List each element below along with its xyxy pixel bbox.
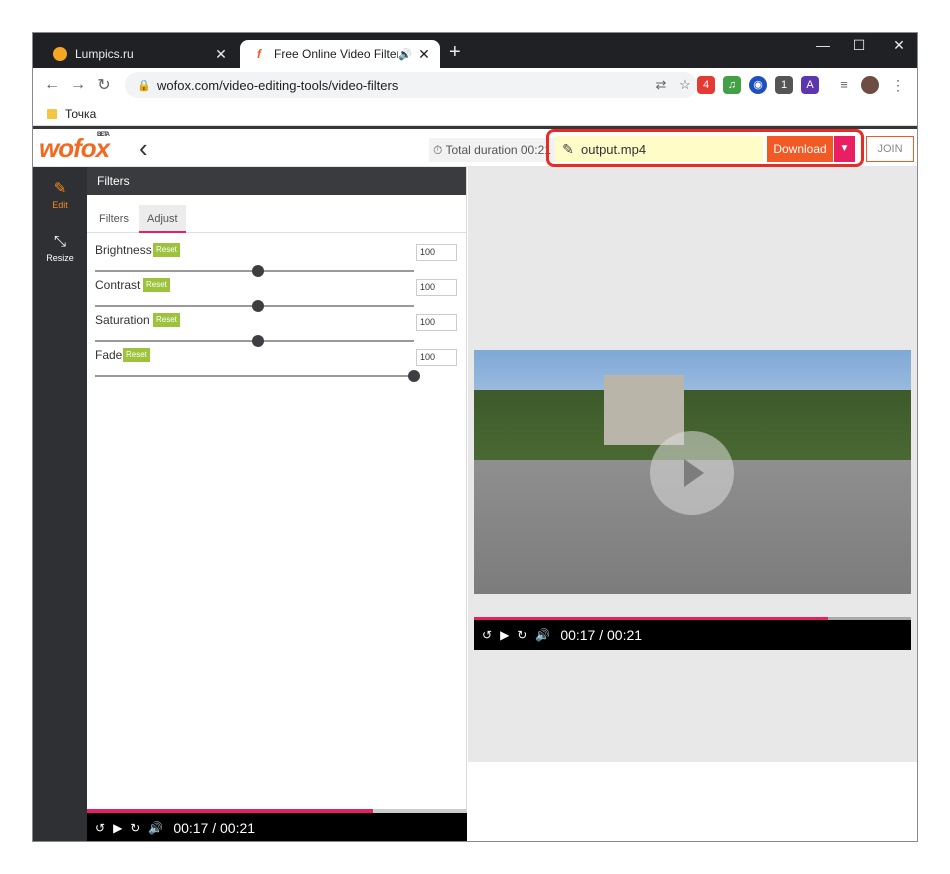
panel-title: Filters xyxy=(87,167,466,195)
wofox-favicon-icon: f xyxy=(252,47,266,61)
browser-toolbar: ← → ↻ 🔒 wofox.com/video-editing-tools/vi… xyxy=(33,68,917,102)
adjust-label: Fade xyxy=(95,348,123,362)
tab-lumpics[interactable]: Lumpics.ru ✕ xyxy=(41,40,237,68)
wofox-logo[interactable]: wofox BETA xyxy=(39,132,110,164)
translate-icon[interactable]: ⇄ xyxy=(649,77,673,93)
play-icon[interactable]: ▶ xyxy=(113,821,122,835)
video-building xyxy=(604,375,684,445)
panel-player-controls: ↺ ▶ ↻ 🔊 00:17 / 00:21 xyxy=(87,813,467,841)
video-frame[interactable] xyxy=(474,350,911,594)
beta-badge: BETA xyxy=(97,132,110,138)
filters-panel: Filters Filters Adjust Brightness Reset 10… xyxy=(87,167,467,841)
tab-strip: Lumpics.ru ✕ f Free Online Video Filters… xyxy=(33,33,917,68)
replay-icon[interactable]: ↺ xyxy=(95,821,105,835)
tab-wofox[interactable]: f Free Online Video Filters | Wo 🔊 ✕ xyxy=(240,40,440,68)
reset-button[interactable]: Reset xyxy=(153,313,180,327)
music-extension-icon[interactable]: ♫ xyxy=(723,76,741,94)
rail-label: Resize xyxy=(46,253,74,263)
adjust-label: Contrast xyxy=(95,278,141,292)
new-tab-button[interactable]: + xyxy=(449,41,461,64)
close-window-button[interactable]: ✕ xyxy=(879,37,917,54)
avatar[interactable] xyxy=(861,76,879,94)
time-display: 00:17 / 00:21 xyxy=(173,820,256,836)
slider-handle[interactable] xyxy=(408,370,420,382)
menu-kebab-icon[interactable]: ⋮ xyxy=(889,76,907,94)
globe-extension-icon[interactable]: ◉ xyxy=(749,76,767,94)
edit-icon: ✎ xyxy=(53,179,67,197)
reset-button[interactable]: Reset xyxy=(123,348,150,362)
minimize-button[interactable]: — xyxy=(803,37,843,53)
lumpics-favicon-icon xyxy=(53,47,67,61)
adjust-row-saturation: Saturation Reset 100 xyxy=(95,309,457,347)
rail-label: Edit xyxy=(52,199,68,210)
wofox-app: wofox BETA ‹ ⏱ Total duration 00:21 ✎ out… xyxy=(33,126,917,841)
tab-title: Free Online Video Filters | Wo xyxy=(274,47,398,61)
download-button[interactable]: Download xyxy=(767,136,833,162)
filename-text[interactable]: output.mp4 xyxy=(581,142,646,157)
resize-icon: ⤡ xyxy=(53,233,66,250)
adjust-label: Saturation xyxy=(95,313,150,327)
adjust-row-contrast: Contrast Reset 100 xyxy=(95,274,457,312)
badge: 1 xyxy=(780,79,788,91)
duration-text: Total duration 00:21 xyxy=(445,143,551,157)
value-input[interactable]: 100 xyxy=(416,279,457,296)
speaker-icon[interactable]: 🔊 xyxy=(398,48,412,61)
browser-window: Lumpics.ru ✕ f Free Online Video Filters… xyxy=(32,32,918,842)
filename-field[interactable]: ✎ output.mp4 xyxy=(555,136,763,162)
lock-icon: 🔒 xyxy=(137,79,151,92)
back-icon[interactable]: ← xyxy=(39,76,65,94)
reload-icon[interactable]: ↻ xyxy=(91,75,117,95)
clock-icon: ⏱ xyxy=(433,143,443,157)
play-overlay-icon[interactable] xyxy=(650,431,734,515)
rail-item-resize[interactable]: ⤡ Resize xyxy=(33,221,87,275)
play-icon[interactable]: ▶ xyxy=(500,628,509,642)
time-display: 00:17 / 00:21 xyxy=(560,627,643,643)
close-tab-icon[interactable]: ✕ xyxy=(416,46,432,63)
slider-track[interactable] xyxy=(95,375,414,377)
package-extension-icon[interactable]: 1 xyxy=(775,76,793,94)
rail-item-edit[interactable]: ✎ Edit xyxy=(33,167,87,221)
forward-icon[interactable]: → xyxy=(65,76,91,94)
url-text[interactable]: wofox.com/video-editing-tools/video-filt… xyxy=(157,78,649,93)
badge: 4 xyxy=(702,79,710,91)
value-input[interactable]: 100 xyxy=(416,349,457,366)
video-player-controls: ↺ ▶ ↻ 🔊 00:17 / 00:21 xyxy=(474,620,911,650)
replay-icon[interactable]: ↺ xyxy=(482,628,492,642)
adjust-row-brightness: Brightness Reset 100 xyxy=(95,239,457,277)
bookmark-star-icon[interactable]: ☆ xyxy=(673,77,697,93)
loop-icon[interactable]: ↻ xyxy=(517,628,527,642)
tab-title: Lumpics.ru xyxy=(75,47,134,61)
playlist-icon[interactable]: ≡ xyxy=(835,76,853,94)
side-rail: ✎ Edit ⤡ Resize xyxy=(33,167,87,841)
loop-icon[interactable]: ↻ xyxy=(130,821,140,835)
edit-pencil-icon: ✎ xyxy=(562,140,574,157)
adjust-label: Brightness xyxy=(95,243,152,257)
extension-icon[interactable]: 4 xyxy=(697,76,715,94)
folder-icon xyxy=(47,108,57,119)
address-bar[interactable]: 🔒 wofox.com/video-editing-tools/video-fi… xyxy=(125,72,697,98)
maximize-button[interactable]: ☐ xyxy=(839,37,879,54)
close-tab-icon[interactable]: ✕ xyxy=(213,46,229,63)
subtabs: Filters Adjust xyxy=(87,195,466,233)
reset-button[interactable]: Reset xyxy=(143,278,170,292)
volume-icon[interactable]: 🔊 xyxy=(535,628,550,642)
tab-filters[interactable]: Filters xyxy=(91,205,137,233)
video-preview-area: ↺ ▶ ↻ 🔊 00:17 / 00:21 xyxy=(468,167,917,762)
volume-icon[interactable]: 🔊 xyxy=(148,821,163,835)
app-header: wofox BETA ‹ ⏱ Total duration 00:21 ✎ out… xyxy=(33,126,917,167)
value-input[interactable]: 100 xyxy=(416,244,457,261)
total-duration: ⏱ Total duration 00:21 xyxy=(429,138,555,162)
adjust-row-fade: Fade Reset 100 xyxy=(95,344,457,382)
reset-button[interactable]: Reset xyxy=(153,243,180,257)
bookmarks-bar: Точка xyxy=(33,102,917,126)
value-input[interactable]: 100 xyxy=(416,314,457,331)
ad-extension-icon[interactable]: A xyxy=(801,76,819,94)
join-button[interactable]: JOIN xyxy=(866,136,914,162)
download-options-chevron-icon[interactable]: ▼ xyxy=(833,136,855,162)
tab-adjust[interactable]: Adjust xyxy=(139,205,186,233)
bookmark-item[interactable]: Точка xyxy=(65,107,96,121)
back-arrow-icon[interactable]: ‹ xyxy=(139,133,148,164)
